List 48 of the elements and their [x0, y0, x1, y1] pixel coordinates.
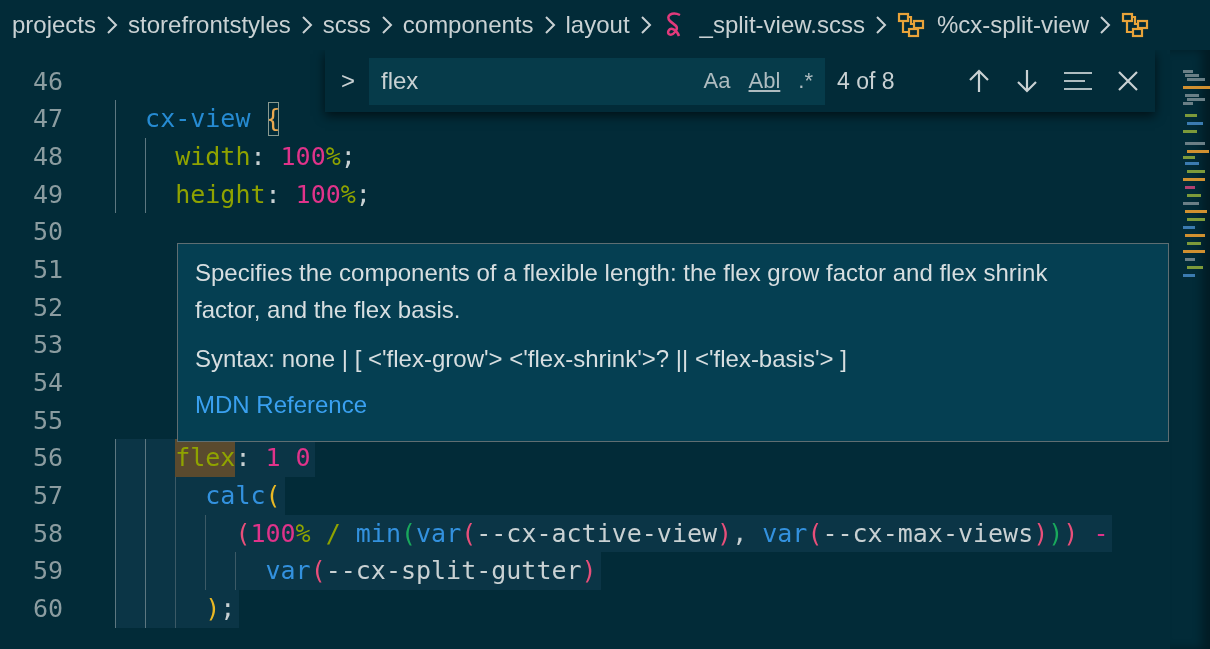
- breadcrumb-item[interactable]: [1120, 12, 1149, 38]
- syntax-text: Syntax: none | [ <'flex-grow'> <'flex-shrink'>? || <'flex-basis'> ]: [195, 344, 848, 374]
- lines-icon: [1063, 70, 1093, 92]
- find-option-button[interactable]: .*: [796, 68, 815, 94]
- line-number: 47: [31, 103, 63, 136]
- close-icon: [1117, 70, 1139, 92]
- match-count: 4 of 8: [837, 67, 896, 95]
- line-number: 46: [31, 65, 63, 98]
- structure-icon: [1120, 12, 1149, 38]
- breadcrumb-item[interactable]: layout: [565, 11, 630, 39]
- line-number: 57: [31, 480, 63, 513]
- chevron-right-icon: [874, 15, 887, 35]
- breadcrumb-item[interactable]: _split-view.scss: [661, 10, 865, 40]
- code-line: cx-view {: [115, 100, 285, 138]
- mdn-reference-link[interactable]: MDN Reference: [195, 389, 368, 421]
- line-number: 54: [31, 367, 63, 399]
- line-number: 49: [31, 178, 63, 211]
- line-number: 58: [31, 517, 63, 550]
- breadcrumb-item[interactable]: scss: [322, 11, 371, 39]
- chevron-right-icon: [1098, 15, 1111, 35]
- line-number: 51: [31, 253, 63, 286]
- line-number: 56: [31, 442, 63, 475]
- line-number: 55: [31, 404, 63, 437]
- line-number: 52: [31, 291, 63, 324]
- breadcrumb-item[interactable]: projects: [12, 11, 97, 39]
- chevron-right-icon: [543, 15, 556, 35]
- structure-icon: [896, 12, 925, 38]
- breadcrumb-item[interactable]: %cx-split-view: [896, 11, 1089, 39]
- line-number: 60: [31, 593, 63, 626]
- chevron-right-icon: [639, 15, 652, 35]
- code-line: height: 100%;: [115, 175, 375, 214]
- description-text: Specifies the components of a flexible length: the flex grow factor and flex shrink factor, and the flex basis.: [195, 258, 1049, 325]
- line-number: 59: [31, 555, 63, 588]
- arrow-up-icon: [967, 68, 991, 94]
- chevron-right-icon: [106, 15, 119, 35]
- find-option-button[interactable]: Aa: [701, 68, 733, 94]
- breadcrumb-item[interactable]: components: [402, 11, 534, 39]
- code-line: width: 100%;: [115, 137, 360, 176]
- line-number: 50: [31, 216, 63, 249]
- chevron-right-icon: [380, 15, 393, 35]
- line-number: 53: [31, 329, 63, 362]
- find-input-field[interactable]: flex Aa Abl .*: [369, 57, 825, 105]
- breadcrumb-item[interactable]: storefrontstyles: [128, 11, 291, 39]
- chevron-right-icon: [300, 15, 313, 35]
- arrow-down-icon: [1015, 68, 1039, 94]
- line-number: 48: [31, 140, 63, 173]
- find-option-button[interactable]: Abl: [746, 68, 783, 94]
- toggle-replace-button[interactable]: >: [337, 67, 359, 95]
